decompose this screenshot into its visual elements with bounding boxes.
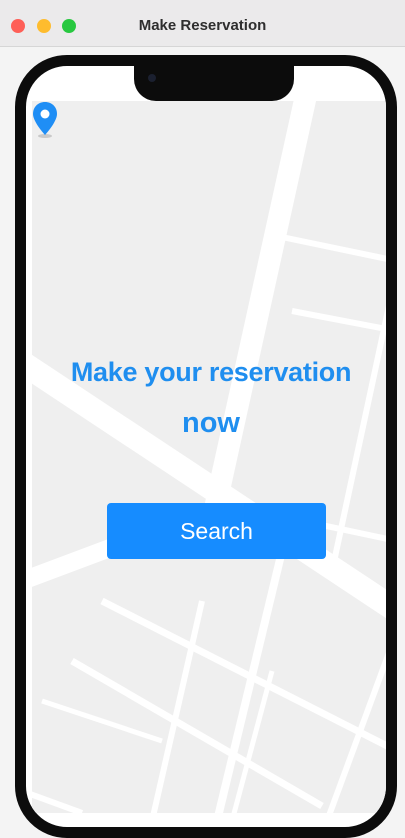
headline-line-1: Make your reservation	[70, 357, 352, 387]
search-button[interactable]: Search	[107, 503, 326, 559]
headline-line-2: now	[182, 407, 240, 439]
front-camera-icon	[148, 74, 156, 82]
map-roads	[32, 101, 386, 813]
phone-frame: Make your reservation now Search	[15, 55, 397, 838]
window-title: Make Reservation	[138, 17, 267, 34]
window-titlebar: Make Reservation	[0, 0, 405, 47]
phone-notch	[134, 66, 294, 101]
location-pin-icon[interactable]	[32, 101, 58, 139]
map-view[interactable]: Make your reservation now Search	[32, 101, 386, 813]
